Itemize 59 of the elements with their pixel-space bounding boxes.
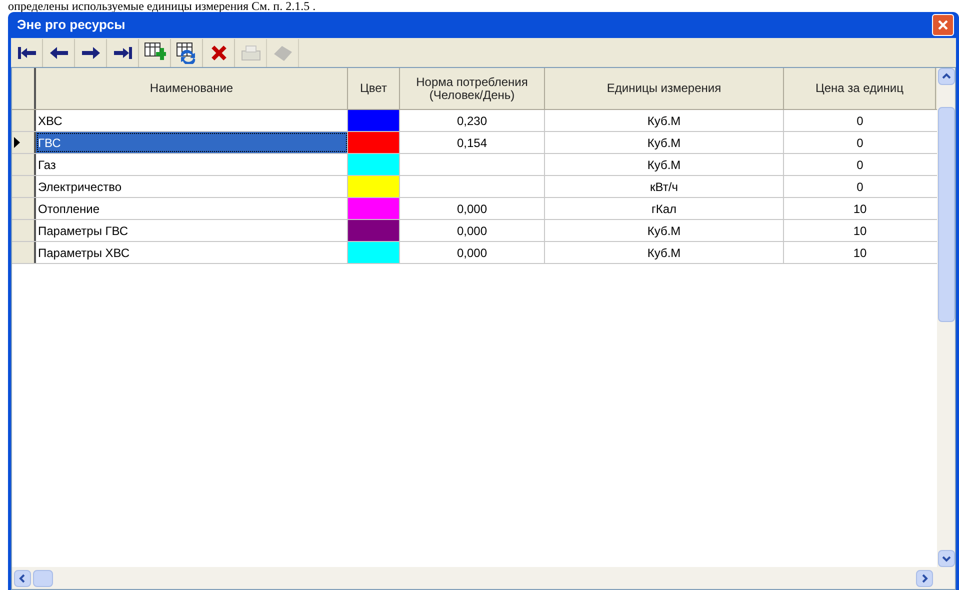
horizontal-scrollbar[interactable] [12,567,955,589]
color-swatch[interactable] [348,176,400,197]
window-title: Эне рго ресурсы [17,16,126,34]
table-cell-text: 0,000 [456,200,488,218]
color-swatch[interactable] [348,242,400,263]
column-header[interactable]: Цена за единиц [784,68,936,109]
table-cell-text: Куб.М [647,134,681,152]
table-cell-text: Куб.М [647,222,681,240]
table-cell-text: Куб.М [647,244,681,262]
table-cell-text: кВт/ч [650,178,678,196]
row-selector[interactable] [12,132,36,153]
column-header[interactable]: Единицы измерения [545,68,784,109]
color-swatch[interactable] [348,110,400,131]
right-arrow-icon [80,46,102,60]
table-cell-text: 0,230 [456,112,488,130]
current-row-icon [14,137,20,148]
color-swatch[interactable] [348,132,400,153]
table-cell-text: 0 [856,156,864,174]
scroll-down-icon[interactable] [938,550,954,567]
table-cell-text: 0,154 [456,134,488,152]
table-cell-text: Куб.М [647,112,681,130]
row-selector[interactable] [12,154,36,175]
scroll-right-icon[interactable] [916,570,933,586]
color-swatch[interactable] [348,198,400,219]
table-cell-text: 0 [856,178,864,196]
row-selector[interactable] [12,242,36,263]
first-record-icon [16,46,38,60]
left-arrow-icon [48,46,70,60]
row-selector[interactable] [12,198,36,219]
table-cell-text: 10 [853,222,867,240]
scroll-up-icon[interactable] [938,68,954,85]
table-cell-text: 10 [853,200,867,218]
last-record-icon [112,46,134,60]
column-header[interactable]: Норма потребления (Человек/День) [400,68,545,109]
table-cell-text: Куб.М [647,156,681,174]
table-cell-text: гКал [651,200,677,218]
table-cell-text: 10 [853,244,867,262]
printer-icon [240,42,262,62]
column-header[interactable]: Цвет [348,68,400,109]
refresh-grid-icon [176,42,198,64]
row-selector[interactable] [12,110,36,131]
column-header[interactable]: Наименование [36,68,348,109]
table-cell-text: 0 [856,112,864,130]
close-icon [937,19,949,31]
delete-icon [210,44,228,62]
scroll-thumb[interactable] [33,570,53,586]
row-selector[interactable] [12,220,36,241]
table-cell-text: 0 [856,134,864,152]
close-button[interactable] [932,14,954,36]
table-cell[interactable]: ГВС [36,132,348,153]
document-text: определены используемые единицы измерения См. п. 2.1.5 . [7,0,317,12]
row-selector[interactable] [12,176,36,197]
color-swatch[interactable] [348,154,400,175]
scroll-thumb[interactable] [938,107,954,322]
table-cell-text: 0,000 [456,222,488,240]
vertical-scrollbar[interactable] [937,68,955,567]
color-swatch[interactable] [348,220,400,241]
table-cell-text: 0,000 [456,244,488,262]
scroll-left-icon[interactable] [14,570,31,586]
